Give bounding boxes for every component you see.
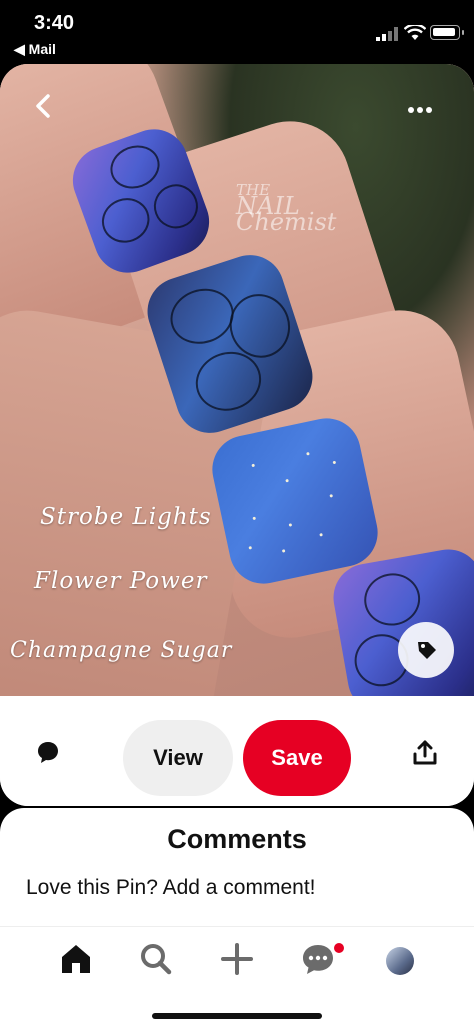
home-icon[interactable] bbox=[58, 941, 94, 977]
signal-icon bbox=[376, 27, 398, 41]
back-to-mail-link[interactable]: ◀ Mail bbox=[14, 41, 56, 58]
notification-dot bbox=[332, 941, 346, 955]
view-button[interactable]: View bbox=[123, 720, 233, 796]
pin-image[interactable]: THE NAIL Chemist Strobe Lights Flower Po… bbox=[0, 64, 474, 696]
status-time: 3:40 bbox=[34, 12, 75, 34]
add-comment-prompt[interactable]: Love this Pin? Add a comment! bbox=[26, 876, 316, 900]
home-indicator bbox=[152, 1013, 322, 1019]
comment-icon[interactable] bbox=[36, 740, 60, 764]
plus-icon[interactable] bbox=[219, 941, 255, 977]
overlay-text-strobe-lights: Strobe Lights bbox=[40, 504, 212, 530]
wifi-icon bbox=[404, 25, 426, 40]
more-icon[interactable] bbox=[408, 100, 438, 114]
back-icon[interactable] bbox=[30, 92, 58, 120]
status-bar: 3:40 ◀ Mail bbox=[0, 0, 474, 62]
overlay-text-champagne-sugar: Champagne Sugar bbox=[10, 638, 233, 663]
nail-champagne-sugar bbox=[206, 412, 384, 590]
tag-icon[interactable] bbox=[398, 622, 454, 678]
pin-closeup-sheet: THE NAIL Chemist Strobe Lights Flower Po… bbox=[0, 64, 474, 806]
save-button[interactable]: Save bbox=[243, 720, 351, 796]
overlay-text-flower-power: Flower Power bbox=[34, 568, 208, 594]
share-icon[interactable] bbox=[412, 740, 438, 766]
bottom-tab-bar bbox=[0, 926, 474, 1027]
pin-action-bar: View Save bbox=[0, 696, 474, 806]
watermark: THE NAIL Chemist bbox=[236, 181, 337, 236]
search-icon[interactable] bbox=[138, 941, 174, 977]
profile-avatar[interactable] bbox=[386, 947, 414, 975]
battery-icon bbox=[430, 25, 464, 40]
messages-icon[interactable] bbox=[300, 941, 336, 977]
comments-title: Comments bbox=[167, 824, 307, 854]
